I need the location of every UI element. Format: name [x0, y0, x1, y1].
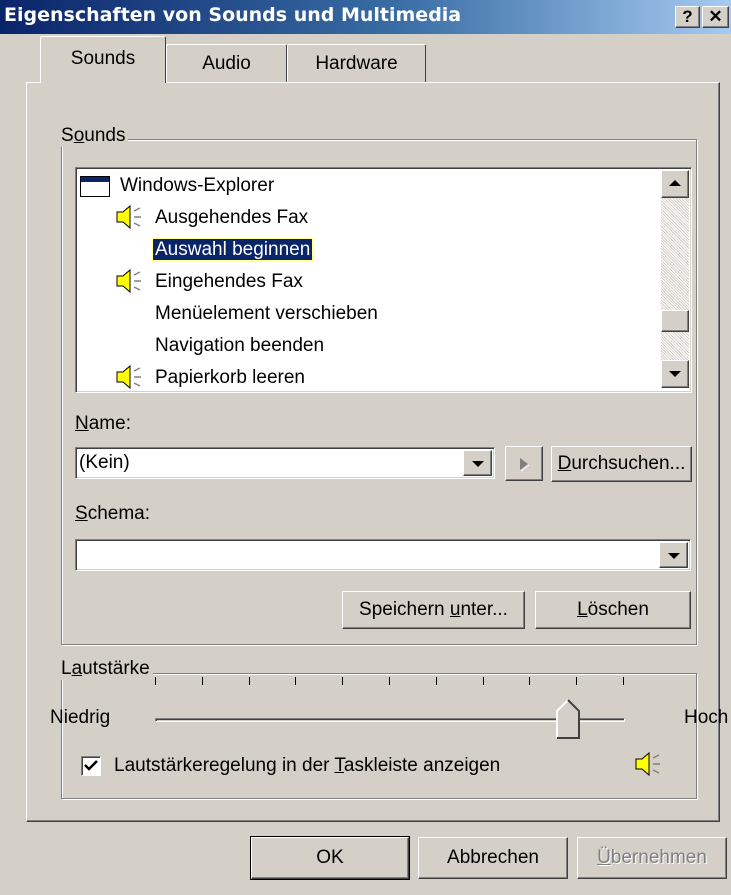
scroll-up-button[interactable]	[661, 170, 689, 198]
chevron-down-icon	[668, 553, 680, 559]
slider-tick	[295, 677, 296, 685]
sounds-group-label: Sounds	[58, 125, 129, 147]
slider-tick	[155, 677, 156, 685]
taskbar-volume-checkbox[interactable]	[81, 756, 101, 776]
arrow-down-icon	[669, 371, 681, 377]
play-button[interactable]	[505, 446, 543, 481]
schema-label: Schema:	[75, 503, 150, 524]
list-item[interactable]: Auswahl beginnen	[151, 234, 314, 266]
tab-audio[interactable]: Audio	[166, 44, 287, 82]
browse-button[interactable]: Durchsuchen...	[551, 446, 692, 482]
title-bar[interactable]: Eigenschaften von Sounds und Multimedia …	[0, 0, 731, 34]
close-button[interactable]: ✕	[702, 6, 729, 28]
volume-group-label: Lautstärke	[58, 658, 153, 680]
speaker-icon	[114, 266, 148, 307]
arrow-up-icon	[669, 180, 681, 186]
save-as-button[interactable]: Speichern unter...	[342, 591, 525, 629]
slider-tick	[389, 677, 390, 685]
name-dropdown-button[interactable]	[463, 450, 492, 476]
window-title: Eigenschaften von Sounds und Multimedia	[4, 4, 462, 26]
tab-sounds[interactable]: Sounds	[40, 36, 166, 83]
window-icon	[80, 176, 110, 197]
speaker-icon	[633, 749, 667, 785]
check-icon	[84, 760, 98, 771]
slider-thumb[interactable]	[556, 699, 580, 739]
tab-panel-sounds: Sounds Windows-Explorer Ausgehendes Fax …	[26, 82, 728, 822]
volume-low-label: Niedrig	[50, 707, 111, 728]
speaker-icon	[114, 362, 148, 392]
apply-button[interactable]: Übernehmen	[577, 837, 727, 879]
slider-track	[155, 718, 625, 722]
chevron-down-icon	[472, 461, 484, 467]
delete-button[interactable]: Löschen	[535, 591, 691, 629]
cancel-button[interactable]: Abbrechen	[418, 837, 568, 879]
slider-tick	[623, 677, 624, 685]
name-select[interactable]: (Kein)	[75, 447, 495, 479]
taskbar-volume-checkbox-label[interactable]: Lautstärkeregelung in der Taskleiste anz…	[114, 755, 500, 777]
slider-tick	[436, 677, 437, 685]
tab-hardware[interactable]: Hardware	[287, 44, 426, 82]
slider-tick	[249, 677, 250, 685]
slider-tick	[202, 677, 203, 685]
slider-tick	[342, 677, 343, 685]
schema-select[interactable]	[75, 539, 691, 571]
slider-ticks	[155, 677, 625, 691]
list-item[interactable]: Menüelement verschieben	[155, 298, 378, 330]
schema-dropdown-button[interactable]	[659, 542, 688, 568]
ok-button[interactable]: OK	[250, 836, 410, 880]
help-button[interactable]: ?	[675, 6, 700, 28]
play-icon	[520, 458, 530, 472]
list-scrollbar[interactable]	[661, 170, 689, 388]
speaker-icon	[114, 202, 148, 243]
volume-slider[interactable]	[155, 677, 625, 739]
list-item[interactable]: Navigation beenden	[155, 330, 324, 362]
sound-events-list[interactable]: Windows-Explorer Ausgehendes Fax Auswahl…	[75, 167, 692, 393]
volume-high-label: Hoch	[684, 707, 729, 728]
name-label: Name:	[75, 413, 131, 434]
scroll-thumb[interactable]	[661, 310, 689, 332]
slider-tick	[576, 677, 577, 685]
slider-tick	[483, 677, 484, 685]
scroll-down-button[interactable]	[661, 360, 689, 388]
slider-tick	[529, 677, 530, 685]
